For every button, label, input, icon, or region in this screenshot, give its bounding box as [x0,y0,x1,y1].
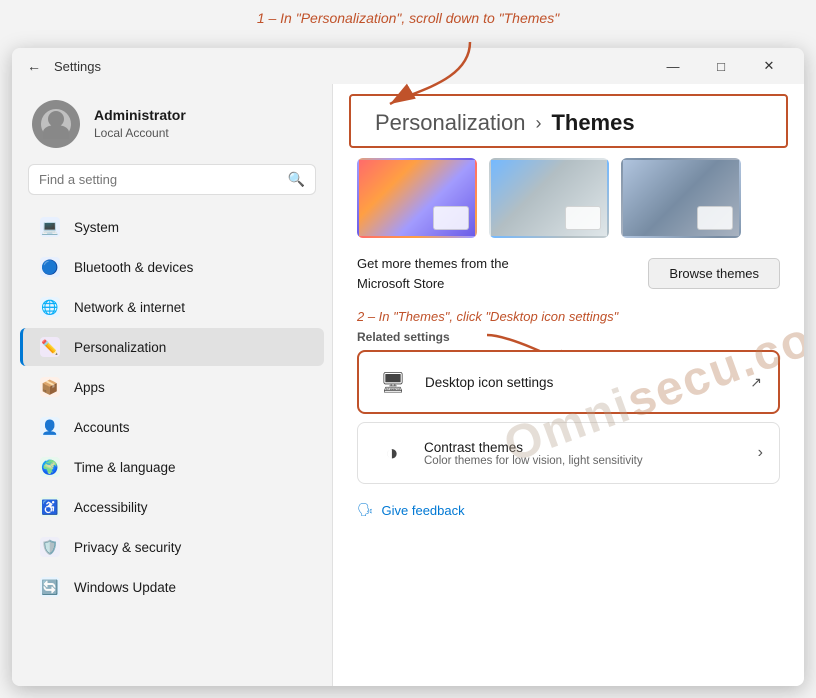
theme-mini-window-2 [565,206,601,230]
theme-mini-window-1 [433,206,469,230]
privacy-icon: 🛡️ [40,537,60,557]
sidebar-item-privacy[interactable]: 🛡️ Privacy & security [20,528,324,566]
sidebar-item-bluetooth[interactable]: 🔵 Bluetooth & devices [20,248,324,286]
user-role: Local Account [94,125,186,142]
theme-mini-window-3 [697,206,733,230]
contrast-themes-desc: Color themes for low vision, light sensi… [424,455,758,467]
sidebar-item-label-accessibility: Accessibility [74,500,148,515]
title-bar: ← Settings — □ ✕ [12,48,804,84]
right-panel: Omnisecu.com Personalization › Themes [332,84,804,686]
instruction-1-text: 1 – In "Personalization", scroll down to… [0,0,816,32]
contrast-themes-text: Contrast themes Color themes for low vis… [424,440,758,467]
contrast-icon: ◑ [374,435,410,471]
system-icon: 💻 [40,217,60,237]
user-info: Administrator Local Account [94,106,186,142]
back-button[interactable]: ← [24,58,44,74]
sidebar-item-label-bluetooth: Bluetooth & devices [74,260,193,275]
user-profile[interactable]: Administrator Local Account [12,84,332,164]
theme-grid [357,158,780,238]
sidebar-item-windows-update[interactable]: 🔄 Windows Update [20,568,324,606]
sidebar-item-personalization[interactable]: ✏️ Personalization [20,328,324,366]
browse-themes-button[interactable]: Browse themes [648,258,780,289]
desktop-icon-title: Desktop icon settings [425,375,750,390]
maximize-button[interactable]: □ [698,50,744,82]
apps-icon: 📦 [40,377,60,397]
theme-thumb-colorful[interactable] [357,158,477,238]
main-content: Administrator Local Account 🔍 💻 System 🔵… [12,84,804,686]
user-name: Administrator [94,106,186,126]
feedback-label: Give feedback [382,503,465,518]
desktop-icon-settings-item[interactable]: 🖥 Desktop icon settings ↗ [357,350,780,414]
give-feedback[interactable]: 🗣 Give feedback [357,492,780,522]
window-controls: — □ ✕ [650,50,792,82]
avatar [32,100,80,148]
window-title: Settings [54,59,650,74]
breadcrumb-part1: Personalization [375,110,525,136]
sidebar-item-system[interactable]: 💻 System [20,208,324,246]
time-icon: 🌍 [40,457,60,477]
network-icon: 🌐 [40,297,60,317]
feedback-icon: 🗣 [357,502,374,518]
sidebar-item-label-accounts: Accounts [74,420,130,435]
search-icon: 🔍 [288,171,305,188]
breadcrumb-part2: Themes [551,110,634,136]
breadcrumb: Personalization › Themes [349,94,788,148]
sidebar-item-time[interactable]: 🌍 Time & language [20,448,324,486]
desktop-icon-text: Desktop icon settings [425,375,750,390]
search-box[interactable]: 🔍 [28,164,316,195]
sidebar-item-accounts[interactable]: 👤 Accounts [20,408,324,446]
ms-store-row: Get more themes from theMicrosoft Store … [357,254,780,293]
contrast-themes-item[interactable]: ◑ Contrast themes Color themes for low v… [357,422,780,484]
contrast-themes-title: Contrast themes [424,440,758,455]
sidebar-item-label-system: System [74,220,119,235]
sidebar-item-apps[interactable]: 📦 Apps [20,368,324,406]
sidebar-item-label-network: Network & internet [74,300,185,315]
theme-thumb-blue[interactable] [621,158,741,238]
themes-content: Get more themes from theMicrosoft Store … [333,158,804,686]
ms-store-text: Get more themes from theMicrosoft Store [357,254,509,293]
close-button[interactable]: ✕ [746,50,792,82]
sidebar-item-label-privacy: Privacy & security [74,540,181,555]
windows-update-icon: 🔄 [40,577,60,597]
instruction-2-text: 2 – In "Themes", click "Desktop icon set… [357,309,780,324]
chevron-right-icon: › [758,444,763,462]
sidebar: Administrator Local Account 🔍 💻 System 🔵… [12,84,332,686]
sidebar-item-label-windows-update: Windows Update [74,580,176,595]
settings-window: ← Settings — □ ✕ Administrator Local Acc… [12,48,804,686]
bluetooth-icon: 🔵 [40,257,60,277]
desktop-icon-icon: 🖥 [375,364,411,400]
sidebar-item-label-time: Time & language [74,460,176,475]
external-link-icon: ↗ [750,374,762,391]
sidebar-item-network[interactable]: 🌐 Network & internet [20,288,324,326]
sidebar-item-label-apps: Apps [74,380,105,395]
personalization-icon: ✏️ [40,337,60,357]
sidebar-item-accessibility[interactable]: ♿ Accessibility [20,488,324,526]
accounts-icon: 👤 [40,417,60,437]
sidebar-item-label-personalization: Personalization [74,340,166,355]
minimize-button[interactable]: — [650,50,696,82]
theme-thumb-light[interactable] [489,158,609,238]
search-input[interactable] [39,172,280,187]
accessibility-icon: ♿ [40,497,60,517]
breadcrumb-separator: › [535,113,541,134]
